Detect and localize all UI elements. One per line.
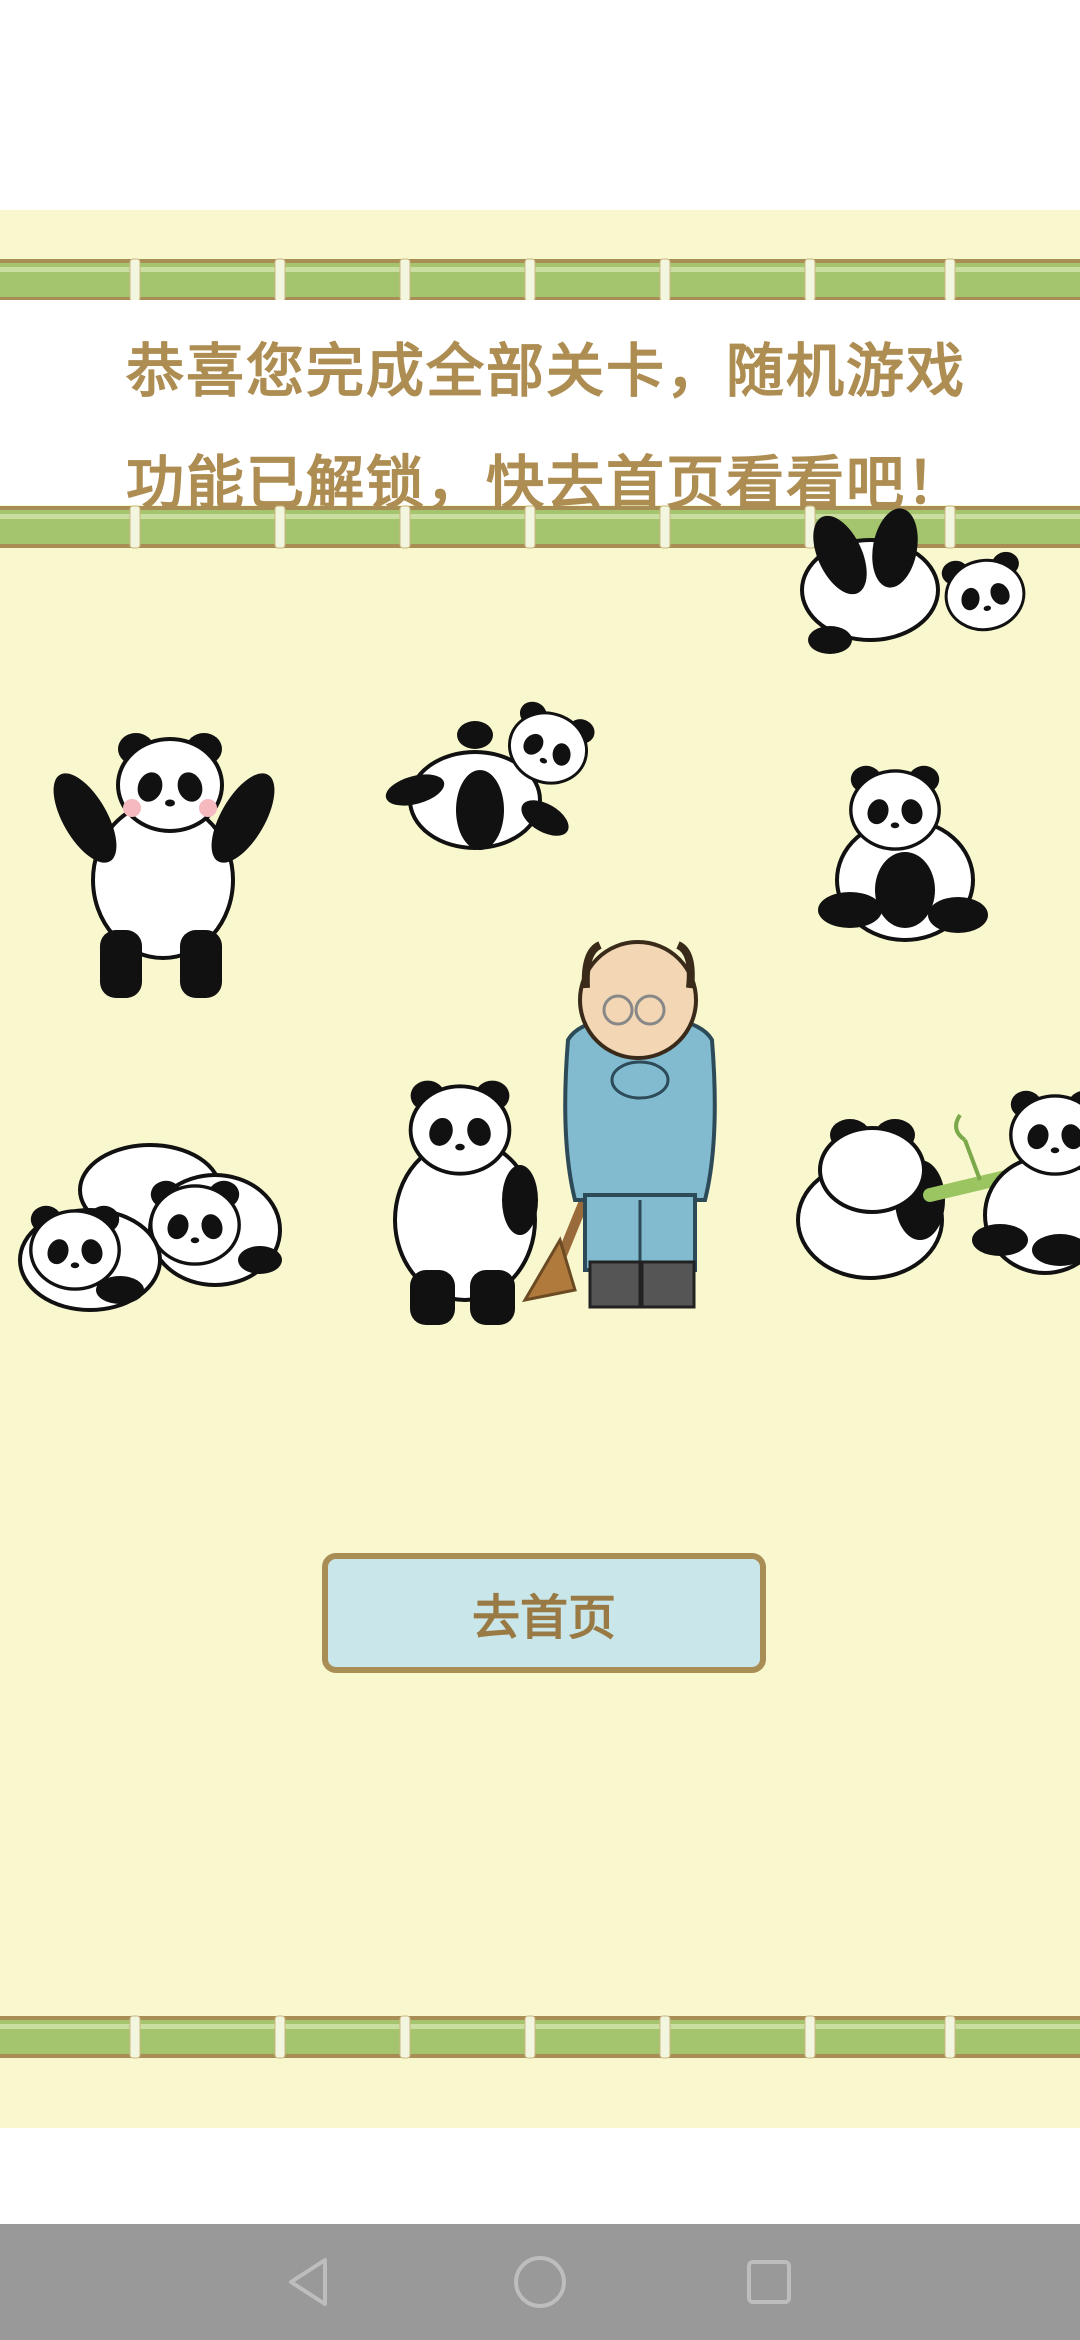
panda-standing-center bbox=[393, 1078, 538, 1325]
bottom-blank-area bbox=[0, 2128, 1080, 2224]
bamboo-border-top bbox=[0, 255, 1080, 305]
home-icon bbox=[514, 2256, 566, 2308]
zookeeper-with-broom bbox=[522, 940, 717, 1309]
panda-illustration bbox=[0, 500, 1080, 1400]
go-home-button-label: 去首页 bbox=[471, 1590, 616, 1646]
panda-back-view bbox=[796, 1119, 945, 1280]
go-home-button[interactable]: 去首页 bbox=[322, 1553, 766, 1673]
screen: 恭喜您完成全部关卡，随机游戏 功能已解锁，快去首页看看吧！ 去首页 bbox=[0, 0, 1080, 2340]
back-icon bbox=[289, 2258, 327, 2306]
message-line-1: 恭喜您完成全部关卡，随机游戏 bbox=[126, 337, 967, 405]
panda-waving-left bbox=[53, 731, 275, 998]
system-navigation-bar bbox=[0, 2224, 1080, 2340]
panda-lying-top-right bbox=[800, 508, 1031, 654]
recents-icon bbox=[747, 2260, 791, 2304]
top-blank-area bbox=[0, 0, 1080, 210]
nav-back-button[interactable] bbox=[279, 2252, 339, 2312]
nav-home-button[interactable] bbox=[510, 2252, 570, 2312]
panda-pile-bottom-left bbox=[18, 1143, 282, 1312]
bamboo-border-bottom bbox=[0, 2012, 1080, 2062]
panda-sitting-right bbox=[818, 764, 988, 942]
nav-recents-button[interactable] bbox=[739, 2252, 799, 2312]
panda-lying-center bbox=[385, 696, 600, 850]
